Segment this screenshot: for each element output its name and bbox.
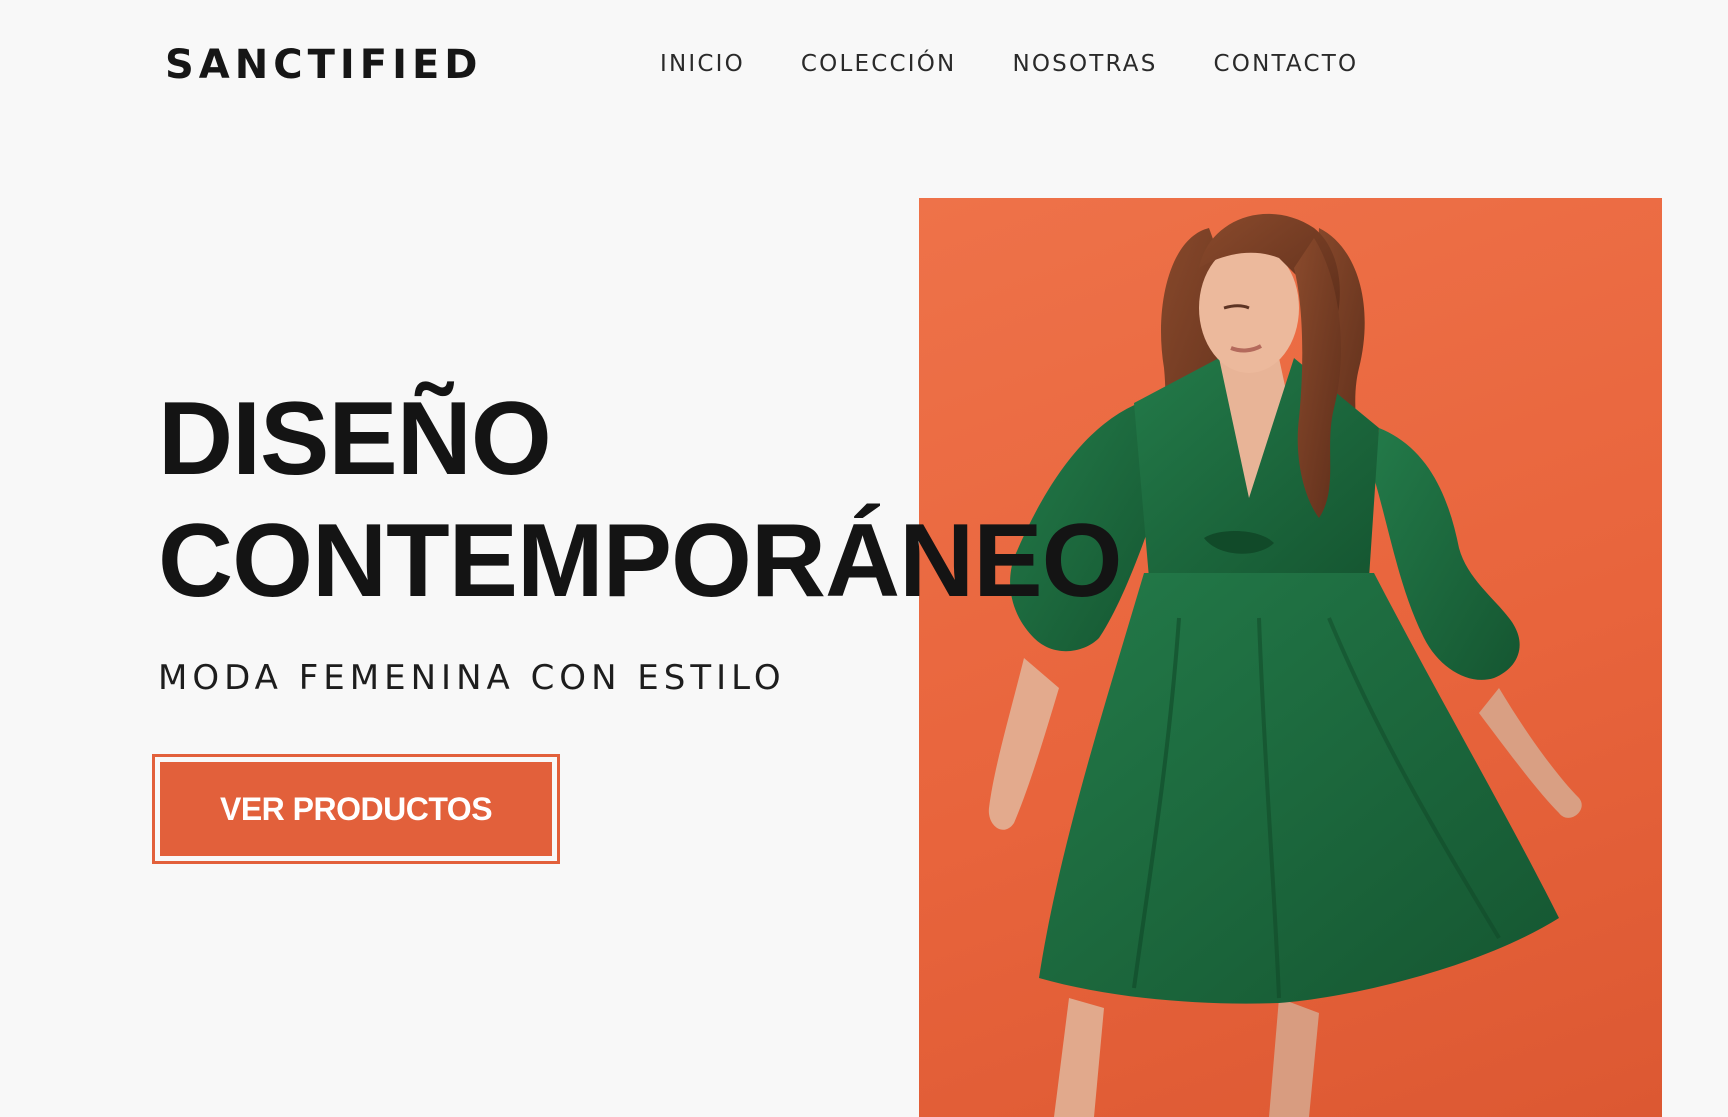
main-nav: INICIO COLECCIÓN NOSOTRAS CONTACTO	[660, 50, 1358, 78]
view-products-button[interactable]: VER PRODUCTOS	[152, 754, 560, 864]
hero-headline-line1: DISEÑO	[158, 381, 552, 497]
hero-headline: DISEÑO CONTEMPORÁNEO	[158, 378, 1122, 622]
view-products-button-label: VER PRODUCTOS	[160, 762, 552, 856]
hero-headline-line2: CONTEMPORÁNEO	[158, 503, 1122, 619]
nav-item-contacto[interactable]: CONTACTO	[1214, 50, 1359, 78]
nav-item-nosotras[interactable]: NOSOTRAS	[1012, 50, 1157, 78]
brand-logo[interactable]: SANCTIFIED	[165, 40, 483, 90]
nav-item-coleccion[interactable]: COLECCIÓN	[801, 50, 957, 78]
nav-item-inicio[interactable]: INICIO	[660, 50, 745, 78]
model-in-green-dress-illustration	[988, 213, 1582, 1117]
hero-subtitle: MODA FEMENINA CON ESTILO	[158, 658, 786, 698]
hero-image	[919, 198, 1662, 1117]
